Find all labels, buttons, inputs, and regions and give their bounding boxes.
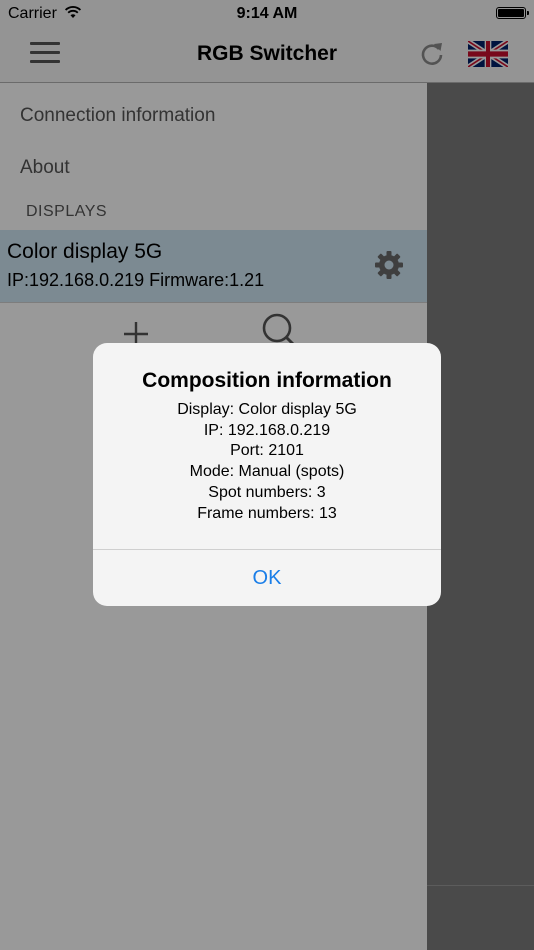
dialog-line-frame-numbers: Frame numbers: 13 [197, 504, 337, 522]
dialog-line-spot-numbers: Spot numbers: 3 [208, 483, 326, 501]
dialog-line-ip: IP: 192.168.0.219 [203, 421, 331, 439]
dialog-line-display: Display: Color display 5G [177, 401, 357, 418]
app-screen: Carrier 9:14 AM RGB Switcher Connection … [0, 0, 534, 950]
dialog-message: Display: Color display 5G IP: 192.168.0.… [93, 400, 441, 524]
ok-button[interactable]: OK [93, 550, 441, 606]
composition-information-dialog: Composition information Display: Color d… [93, 343, 441, 606]
dialog-title: Composition information [142, 369, 392, 392]
dialog-line-port: Port: 2101 [230, 442, 304, 460]
dialog-line-mode: Mode: Manual (spots) [189, 463, 345, 481]
